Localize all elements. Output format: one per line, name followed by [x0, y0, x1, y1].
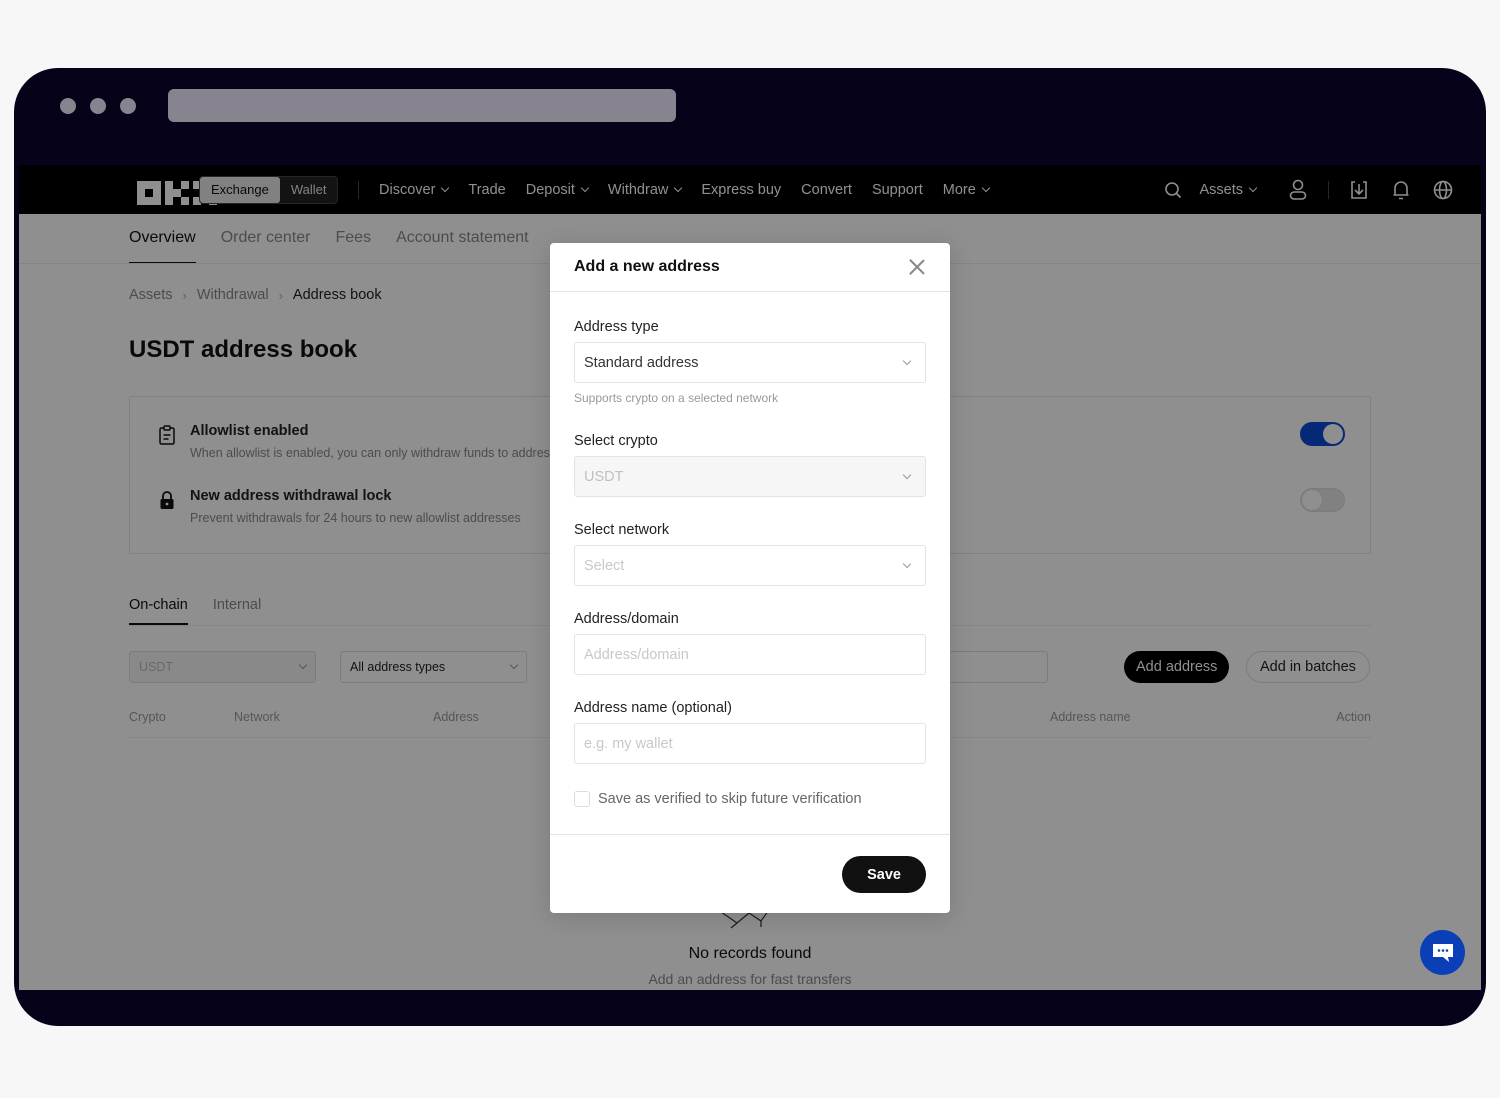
crypto-field: Select crypto USDT: [574, 433, 926, 497]
save-verified-label[interactable]: Save as verified to skip future verifica…: [598, 791, 862, 807]
field-label: Address name (optional): [574, 700, 732, 716]
chevron-down-icon: [902, 470, 912, 479]
address-type-field: Address type Standard address Supports c…: [574, 319, 926, 405]
device-frame: TR Exchange Wallet Discover Trade Deposi…: [14, 68, 1486, 1026]
crypto-select[interactable]: USDT: [574, 456, 926, 497]
network-field: Select network Select: [574, 522, 926, 586]
save-verified-row: Save as verified to skip future verifica…: [574, 791, 862, 807]
address-name-input[interactable]: [584, 735, 916, 752]
field-label: Address/domain: [574, 611, 679, 627]
chevron-down-icon: [902, 559, 912, 568]
select-value: USDT: [584, 468, 624, 485]
chevron-down-icon: [902, 356, 912, 365]
address-input[interactable]: [584, 646, 916, 663]
chat-support-button[interactable]: [1420, 930, 1465, 975]
address-name-input-wrapper: [574, 723, 926, 764]
url-bar[interactable]: [168, 89, 676, 122]
save-button[interactable]: Save: [842, 856, 926, 893]
field-hint: Supports crypto on a selected network: [574, 391, 779, 405]
divider: [550, 834, 950, 835]
top-navigation: TR Exchange Wallet Discover Trade Deposi…: [19, 165, 1481, 214]
close-icon[interactable]: [908, 258, 926, 276]
modal-title: Add a new address: [574, 258, 720, 275]
select-value: Standard address: [584, 354, 699, 371]
nav-dim-overlay: [19, 165, 1481, 214]
select-placeholder: Select: [584, 557, 625, 574]
window-dot[interactable]: [120, 98, 136, 114]
address-name-field: Address name (optional): [574, 700, 926, 764]
address-field: Address/domain: [574, 611, 926, 675]
window-dot[interactable]: [60, 98, 76, 114]
modal-header: Add a new address: [550, 243, 950, 292]
field-label: Select network: [574, 522, 670, 538]
field-label: Address type: [574, 319, 659, 335]
window-dot[interactable]: [90, 98, 106, 114]
address-input-wrapper: [574, 634, 926, 675]
save-verified-checkbox[interactable]: [574, 791, 590, 807]
network-select[interactable]: Select: [574, 545, 926, 586]
browser-viewport: TR Exchange Wallet Discover Trade Deposi…: [19, 165, 1481, 990]
add-address-modal: Add a new address Address type Standard …: [550, 243, 950, 913]
window-controls: [60, 98, 136, 114]
field-label: Select crypto: [574, 433, 658, 449]
chat-icon: [1432, 943, 1453, 962]
address-type-select[interactable]: Standard address: [574, 342, 926, 383]
